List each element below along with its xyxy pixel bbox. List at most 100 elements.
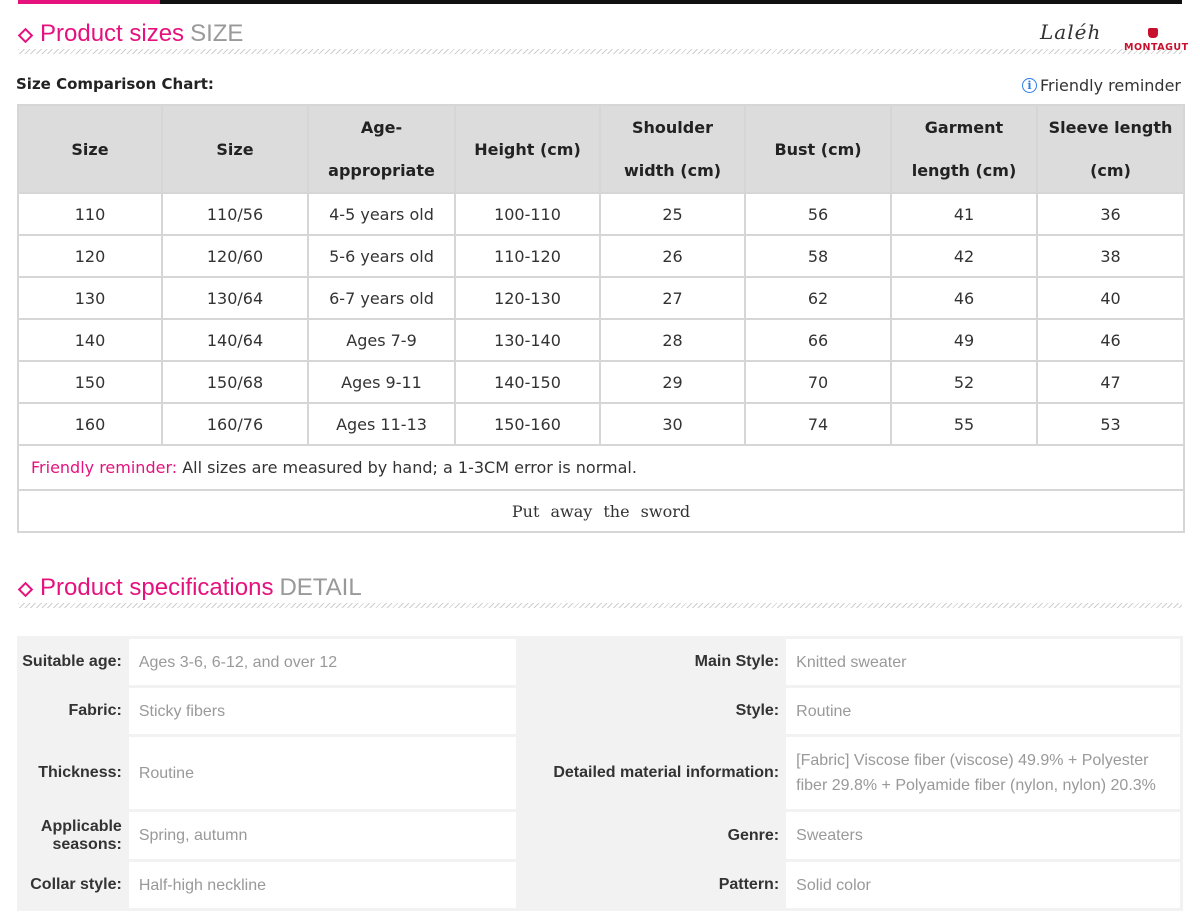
spec-value: Sticky fibers [128, 688, 516, 734]
brand-logo: Laléh MONTAGUT [1040, 18, 1190, 60]
header-bust: Bust (cm) [744, 104, 892, 194]
cell-sleeve-length: 36 [1036, 192, 1185, 236]
cell-sleeve-length: 40 [1036, 276, 1185, 320]
spec-value: Routine [128, 737, 516, 809]
size-title-text: Product sizes [40, 20, 185, 47]
cell-shoulder: 27 [599, 276, 746, 320]
note-label: Friendly reminder: [31, 458, 178, 477]
size-section-header: Product sizes SIZE [17, 18, 1182, 54]
cell-garment-length: 46 [890, 276, 1038, 320]
logo-brand: MONTAGUT [1124, 42, 1189, 53]
cell-shoulder: 28 [599, 318, 746, 362]
spec-value: Solid color [786, 862, 1180, 908]
table-row: 130 130/64 6-7 years old 120-130 27 62 46 40 [17, 276, 1185, 320]
spec-title-en: DETAIL [279, 574, 362, 601]
cell-height: 110-120 [454, 234, 601, 278]
diamond-icon [17, 27, 34, 44]
spec-value: Routine [786, 688, 1180, 734]
footer-row: Put away the sword [17, 489, 1185, 533]
cell-garment-length: 49 [890, 318, 1038, 362]
cell-garment-length: 41 [890, 192, 1038, 236]
table-header-row: Size Size Age-appropriate Height (cm) Sh… [17, 104, 1185, 194]
spec-key: Genre: [518, 812, 784, 859]
top-rule-accent [18, 0, 160, 4]
cell-garment-length: 55 [890, 402, 1038, 446]
top-rule [18, 0, 1182, 4]
cell-size: 140 [17, 318, 163, 362]
cell-height: 100-110 [454, 192, 601, 236]
cell-bust: 70 [744, 360, 892, 404]
cell-height: 150-160 [454, 402, 601, 446]
logo-script: Laléh [1040, 20, 1102, 44]
spec-section-title: Product specifications DETAIL [40, 574, 362, 602]
spec-row: Applicable seasons: Spring, autumn Genre: S… [20, 812, 1180, 859]
cell-sleeve-length: 38 [1036, 234, 1185, 278]
diamond-icon [17, 581, 34, 598]
cell-bust: 66 [744, 318, 892, 362]
spec-key: Collar style: [20, 862, 126, 908]
dotted-divider [18, 603, 1182, 608]
cell-shoulder: 30 [599, 402, 746, 446]
spec-value: Sweaters [786, 812, 1180, 859]
cell-bust: 56 [744, 192, 892, 236]
note-row: Friendly reminder: All sizes are measure… [17, 444, 1185, 491]
cell-age: Ages 7-9 [307, 318, 456, 362]
spec-value: Spring, autumn [128, 812, 516, 859]
crown-icon [1148, 28, 1158, 38]
cell-sleeve-length: 53 [1036, 402, 1185, 446]
spec-key: Style: [518, 688, 784, 734]
header-height: Height (cm) [454, 104, 601, 194]
note-cell: Friendly reminder: All sizes are measure… [17, 444, 1185, 491]
cell-bust: 74 [744, 402, 892, 446]
friendly-reminder-link[interactable]: i Friendly reminder [1021, 76, 1181, 95]
info-icon: i [1021, 78, 1037, 93]
cell-sleeve-length: 46 [1036, 318, 1185, 362]
size-table: Size Size Age-appropriate Height (cm) Sh… [17, 104, 1185, 533]
spec-row: Collar style: Half-high neckline Pattern: S… [20, 862, 1180, 908]
header-age: Age-appropriate [307, 104, 456, 194]
cell-age: 5-6 years old [307, 234, 456, 278]
cell-age: Ages 11-13 [307, 402, 456, 446]
spec-row: Suitable age: Ages 3-6, 6-12, and over 12… [20, 639, 1180, 685]
cell-garment-length: 52 [890, 360, 1038, 404]
cell-height: 140-150 [454, 360, 601, 404]
spec-row: Fabric: Sticky fibers Style: Routine [20, 688, 1180, 734]
cell-age: Ages 9-11 [307, 360, 456, 404]
size-title-en: SIZE [190, 20, 244, 47]
cell-size-alt: 150/68 [161, 360, 309, 404]
spec-key: Fabric: [20, 688, 126, 734]
cell-size: 110 [17, 192, 163, 236]
cell-age: 4-5 years old [307, 192, 456, 236]
spec-key: Suitable age: [20, 639, 126, 685]
cell-age: 6-7 years old [307, 276, 456, 320]
cell-size-alt: 120/60 [161, 234, 309, 278]
spec-section-header: Product specifications DETAIL [17, 572, 1182, 608]
dotted-divider [18, 49, 1182, 54]
spec-value: Half-high neckline [128, 862, 516, 908]
table-row: 160 160/76 Ages 11-13 150-160 30 74 55 53 [17, 402, 1185, 446]
cell-bust: 58 [744, 234, 892, 278]
spec-key: Applicable seasons: [20, 812, 126, 859]
cell-shoulder: 26 [599, 234, 746, 278]
cell-size-alt: 130/64 [161, 276, 309, 320]
spec-row: Thickness: Routine Detailed material infor… [20, 737, 1180, 809]
cell-bust: 62 [744, 276, 892, 320]
cell-size-alt: 110/56 [161, 192, 309, 236]
note-text: All sizes are measured by hand; a 1-3CM … [177, 458, 637, 477]
cell-size-alt: 160/76 [161, 402, 309, 446]
chart-label: Size Comparison Chart: [16, 75, 214, 93]
spec-table: Suitable age: Ages 3-6, 6-12, and over 12… [17, 636, 1183, 911]
header-shoulder: Shoulder width (cm) [599, 104, 746, 194]
cell-size: 120 [17, 234, 163, 278]
header-sleeve-length: Sleeve length (cm) [1036, 104, 1185, 194]
cell-shoulder: 29 [599, 360, 746, 404]
spec-key: Pattern: [518, 862, 784, 908]
spec-title-text: Product specifications [40, 574, 274, 601]
spec-key: Detailed material information: [518, 737, 784, 809]
table-row: 110 110/56 4-5 years old 100-110 25 56 41 36 [17, 192, 1185, 236]
table-row: 120 120/60 5-6 years old 110-120 26 58 42 38 [17, 234, 1185, 278]
size-section-title: Product sizes SIZE [40, 20, 243, 48]
friendly-reminder-text: Friendly reminder [1039, 76, 1181, 95]
footer-cell: Put away the sword [17, 489, 1185, 533]
cell-size: 160 [17, 402, 163, 446]
